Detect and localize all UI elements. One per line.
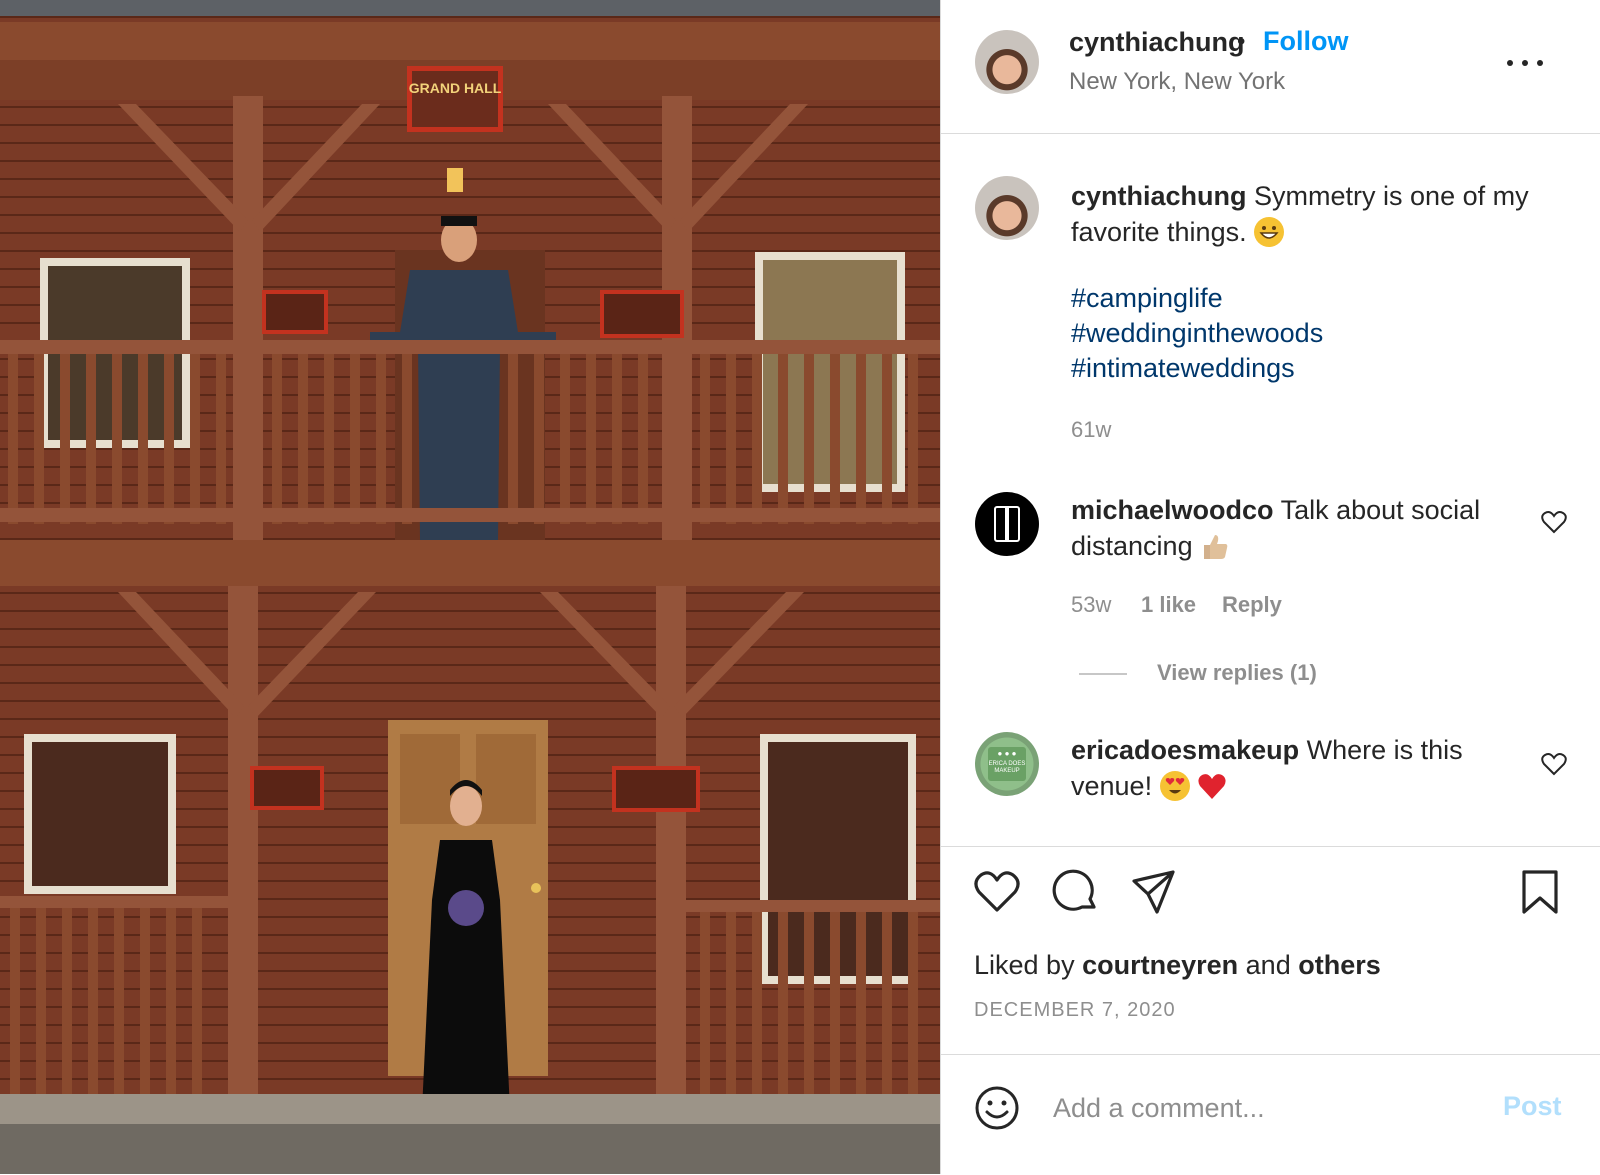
commenter-avatar[interactable]: ERICA DOES MAKEUP <box>975 732 1039 796</box>
comment-time[interactable]: 53w <box>1071 592 1111 618</box>
liked-by-others[interactable]: others <box>1298 950 1381 980</box>
caption-time[interactable]: 61w <box>1071 417 1111 443</box>
comment-text: ericadoesmakeup Where is this venue! <box>1071 732 1551 804</box>
more-options-icon[interactable] <box>1503 46 1547 80</box>
liked-by-text: Liked by courtneyren and others <box>974 950 1381 981</box>
post-actions <box>941 847 1600 937</box>
follow-button[interactable]: Follow <box>1263 26 1348 57</box>
sign-grand: GRAND HALL <box>409 80 502 96</box>
like-heart-icon[interactable] <box>974 871 1020 918</box>
reply-button[interactable]: Reply <box>1222 592 1282 618</box>
view-replies-label[interactable]: View replies (1) <box>1157 660 1317 685</box>
like-comment-heart-icon[interactable] <box>1541 752 1567 776</box>
view-replies-button[interactable]: View replies (1) <box>1157 660 1317 686</box>
author-avatar[interactable] <box>975 30 1039 94</box>
header-separator: • <box>1237 28 1246 55</box>
author-username[interactable]: cynthiachung <box>1069 27 1245 58</box>
comment-input[interactable] <box>1051 1083 1475 1133</box>
reply-label[interactable]: Reply <box>1222 592 1282 617</box>
caption-avatar[interactable] <box>975 176 1039 240</box>
comment-likes-count[interactable]: 1 like <box>1141 592 1196 617</box>
hashtag-link[interactable]: #intimateweddings <box>1071 351 1323 386</box>
liked-by-and: and <box>1245 950 1291 980</box>
commenter-avatar[interactable] <box>975 492 1039 556</box>
liked-by-user[interactable]: courtneyren <box>1082 950 1238 980</box>
post-image: GRAND HALL <box>0 0 940 1174</box>
comment-bubble-icon[interactable] <box>1052 869 1098 920</box>
save-bookmark-icon[interactable] <box>1521 869 1559 920</box>
post-header: cynthiachung • Follow New York, New York <box>941 0 1600 134</box>
heart-eyes-icon <box>1159 771 1190 801</box>
comment-likes[interactable]: 1 like <box>1141 592 1196 618</box>
hashtag-list: #campinglife #weddinginthewoods #intimat… <box>1071 281 1323 386</box>
comments-section: cynthiachung Symmetry is one of my favor… <box>941 134 1600 847</box>
like-comment-heart-icon[interactable] <box>1541 510 1567 534</box>
hashtag-link[interactable]: #weddinginthewoods <box>1071 316 1323 351</box>
caption: cynthiachung Symmetry is one of my favor… <box>1071 178 1551 250</box>
share-send-icon[interactable] <box>1131 869 1177 920</box>
comment-username[interactable]: ericadoesmakeup <box>1071 735 1299 765</box>
michaelwoodco-logo-icon <box>994 506 1020 542</box>
replies-divider <box>1079 673 1127 675</box>
post-sidebar: cynthiachung • Follow New York, New York… <box>940 0 1600 1174</box>
post-comment-button[interactable]: Post <box>1503 1091 1562 1122</box>
liked-by-prefix: Liked by <box>974 950 1075 980</box>
grinning-face-icon <box>1254 217 1285 247</box>
post-date[interactable]: DECEMBER 7, 2020 <box>974 999 1176 1022</box>
thumbs-up-icon <box>1200 531 1230 561</box>
post-photo[interactable]: GRAND HALL <box>0 0 940 1174</box>
comment-text: michaelwoodco Talk about social distanci… <box>1071 492 1551 564</box>
caption-username[interactable]: cynthiachung <box>1071 181 1247 211</box>
comment-username[interactable]: michaelwoodco <box>1071 495 1274 525</box>
hashtag-link[interactable]: #campinglife <box>1071 281 1323 316</box>
add-comment-bar: Post <box>941 1054 1600 1175</box>
erica-logo: ERICA DOES MAKEUP <box>988 747 1026 781</box>
emoji-picker-icon[interactable] <box>974 1085 1020 1131</box>
post-location[interactable]: New York, New York <box>1069 68 1285 96</box>
red-heart-icon <box>1197 771 1227 801</box>
